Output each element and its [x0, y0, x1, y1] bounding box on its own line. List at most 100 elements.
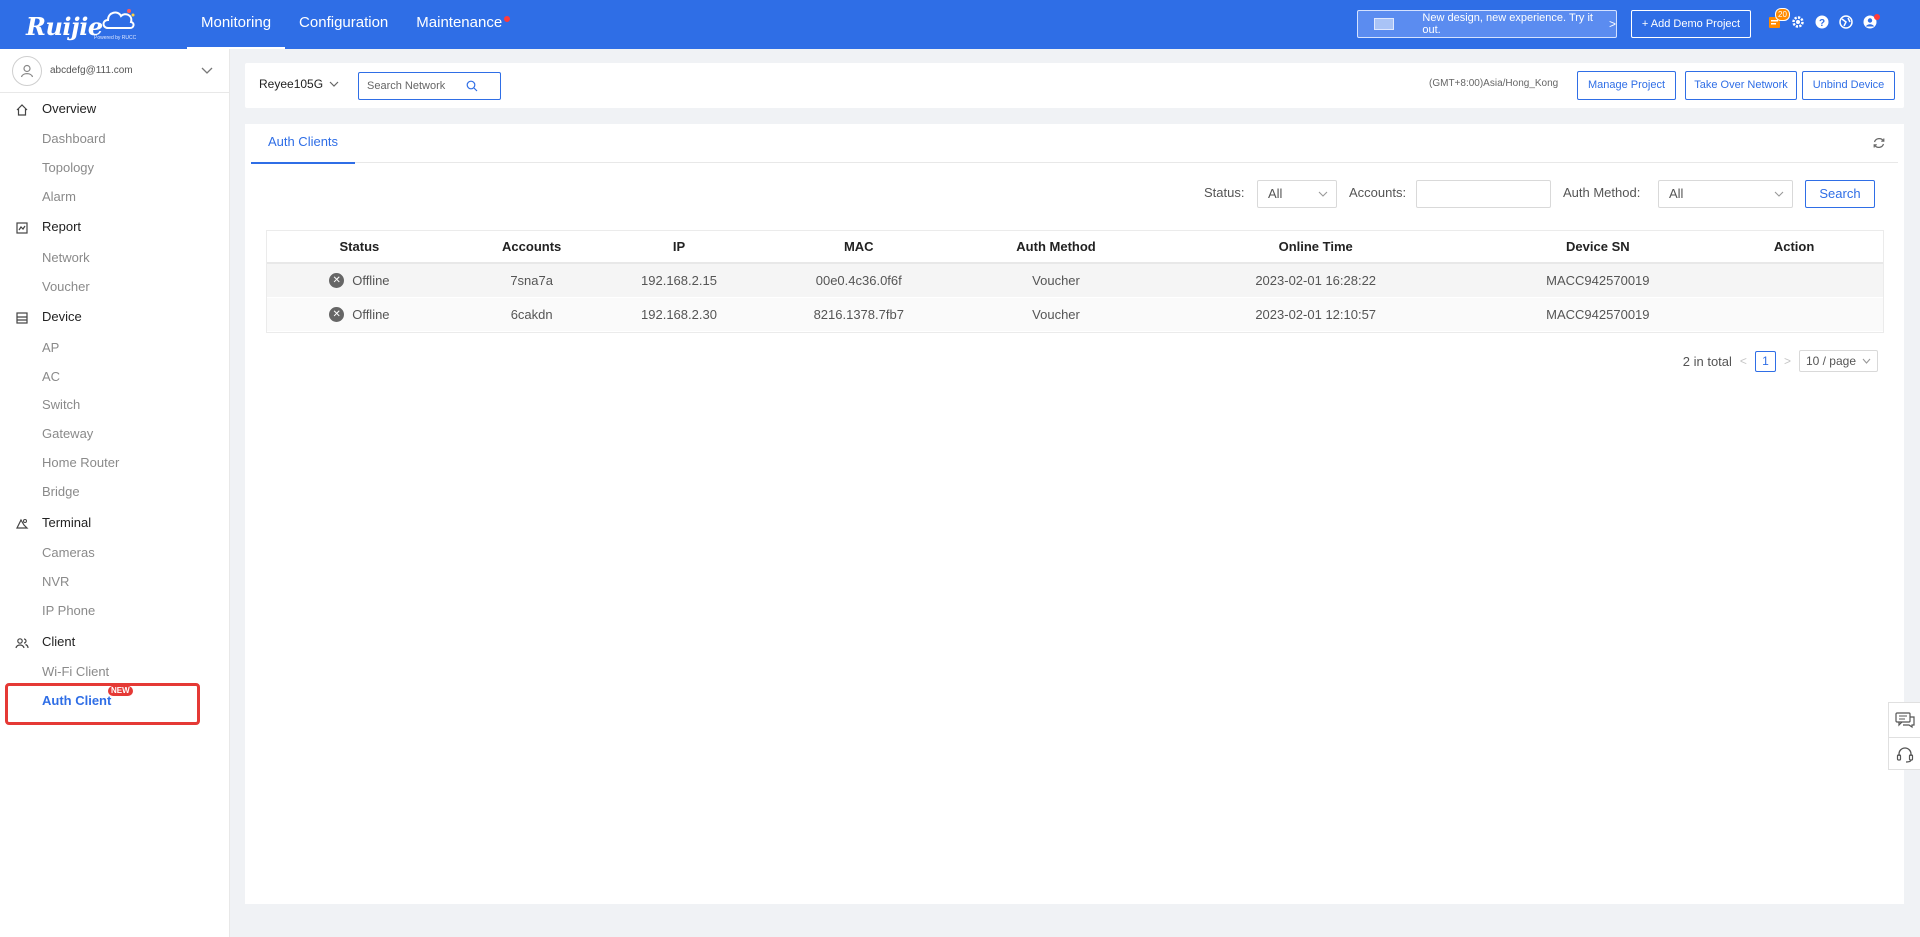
chevron-down-icon — [1774, 191, 1784, 197]
top-icons: 20 ? — [1766, 8, 1880, 30]
user-email: abcdefg@111.com — [50, 65, 133, 76]
sidebar-item-voucher[interactable]: Voucher — [42, 279, 90, 294]
accounts-filter-label: Accounts: — [1349, 185, 1407, 200]
manage-project-button[interactable]: Manage Project — [1577, 71, 1676, 100]
sidebar-item-alarm[interactable]: Alarm — [42, 189, 76, 204]
nav-monitoring[interactable]: Monitoring — [187, 0, 286, 49]
column-header-accounts[interactable]: Accounts — [452, 231, 612, 262]
client-icon — [15, 638, 29, 649]
sidebar-group-terminal[interactable]: Terminal — [0, 513, 230, 533]
sidebar-item-network[interactable]: Network — [42, 250, 90, 265]
search-button[interactable]: Search — [1805, 180, 1875, 208]
page-number-button[interactable]: 1 — [1754, 350, 1776, 372]
column-header-ip[interactable]: IP — [612, 231, 747, 262]
sidebar-group-client[interactable]: Client — [0, 632, 230, 652]
chevron-down-icon — [1318, 191, 1328, 197]
sidebar-group-report[interactable]: Report — [0, 217, 230, 237]
logo-text: Ruijie — [26, 12, 103, 41]
gear-icon[interactable] — [1790, 14, 1806, 30]
nav-configuration[interactable]: Configuration — [285, 0, 402, 49]
top-bar: Ruijie Powered by RUCC Monitoring Config… — [0, 0, 1920, 49]
notification-dot — [504, 16, 511, 22]
sidebar-group-label: Device — [42, 309, 82, 324]
action-cell — [1705, 264, 1883, 297]
user-icon[interactable] — [1862, 14, 1880, 30]
new-design-banner-button[interactable]: New design, new experience. Try it out. … — [1357, 10, 1617, 38]
accounts-filter-input[interactable] — [1416, 180, 1551, 208]
chevron-down-icon — [329, 81, 339, 87]
chevron-right-icon: > — [1608, 17, 1616, 31]
sidebar-item-ac[interactable]: AC — [42, 369, 60, 384]
account-cell: 6cakdn — [510, 307, 553, 322]
sidebar-item-nvr[interactable]: NVR — [42, 574, 69, 589]
feedback-chat-icon[interactable] — [1889, 703, 1920, 737]
ip-cell: 192.168.2.30 — [641, 307, 717, 322]
refresh-icon[interactable] — [1872, 136, 1886, 150]
table-row[interactable]: ✕ Offline 7sna7a 192.168.2.15 00e0.4c36.… — [267, 264, 1883, 298]
next-page-icon[interactable]: > — [1784, 354, 1791, 368]
nav-maintenance[interactable]: Maintenance — [402, 0, 516, 49]
ruijie-logo[interactable]: Ruijie Powered by RUCC — [26, 6, 144, 42]
notification-icon[interactable]: 20 — [1766, 8, 1790, 30]
column-header-online-time[interactable]: Online Time — [1141, 231, 1491, 262]
sidebar-item-home-router[interactable]: Home Router — [42, 455, 119, 470]
preview-thumbnail-icon — [1374, 18, 1395, 30]
sidebar-group-overview[interactable]: Overview — [0, 99, 230, 119]
support-headset-icon[interactable] — [1889, 737, 1920, 771]
auth-method-filter-label: Auth Method: — [1563, 185, 1641, 200]
page-size-select[interactable]: 10 / page — [1798, 350, 1878, 372]
mac-cell: 8216.1378.7fb7 — [813, 307, 904, 322]
sidebar-item-bridge[interactable]: Bridge — [42, 484, 80, 499]
sidebar-group-label: Overview — [42, 101, 97, 116]
status-filter-select[interactable]: All — [1257, 180, 1337, 208]
cloud-logo-icon — [102, 9, 135, 29]
table-row[interactable]: ✕ Offline 6cakdn 192.168.2.30 8216.1378.… — [267, 298, 1883, 332]
sidebar-item-switch[interactable]: Switch — [42, 397, 80, 412]
device-icon — [16, 312, 28, 324]
auth-method-filter-select[interactable]: All — [1658, 180, 1793, 208]
column-header-mac[interactable]: MAC — [746, 231, 971, 262]
sidebar-item-cameras[interactable]: Cameras — [42, 545, 95, 560]
take-over-network-button[interactable]: Take Over Network — [1685, 71, 1797, 100]
sidebar-group-device[interactable]: Device — [0, 307, 230, 327]
network-header-bar: Reyee105G Search Network (GMT+8:00)Asia/… — [245, 63, 1904, 108]
auth-method-cell: Voucher — [1032, 273, 1080, 288]
action-cell — [1705, 298, 1883, 331]
status-cell: ✕ Offline — [267, 264, 452, 297]
timezone-label: (GMT+8:00)Asia/Hong_Kong — [1429, 78, 1559, 89]
status-text: Offline — [352, 307, 390, 322]
sidebar-item-ip-phone[interactable]: IP Phone — [42, 603, 95, 618]
user-account-menu[interactable]: abcdefg@111.com — [0, 49, 229, 93]
offline-x-icon: ✕ — [329, 307, 345, 322]
sidebar-item-gateway[interactable]: Gateway — [42, 426, 93, 441]
search-network-input[interactable]: Search Network — [358, 72, 501, 100]
sidebar-group-label: Terminal — [42, 515, 92, 530]
table-body: ✕ Offline 7sna7a 192.168.2.15 00e0.4c36.… — [267, 264, 1883, 332]
unbind-device-button[interactable]: Unbind Device — [1802, 71, 1895, 100]
tab-auth-clients[interactable]: Auth Clients — [251, 124, 355, 164]
help-icon[interactable]: ? — [1814, 14, 1830, 30]
add-demo-project-button[interactable]: + Add Demo Project — [1631, 10, 1751, 38]
prev-page-icon[interactable]: < — [1740, 354, 1747, 368]
status-text: Offline — [352, 273, 390, 288]
search-icon[interactable] — [466, 80, 478, 92]
sidebar-item-ap[interactable]: AP — [42, 340, 59, 355]
auth-method-cell: Voucher — [1032, 307, 1080, 322]
sidebar-item-topology[interactable]: Topology — [42, 160, 94, 175]
status-filter-label: Status: — [1204, 185, 1245, 200]
sidebar-item-wifi-client[interactable]: Wi-Fi Client — [42, 664, 109, 679]
sidebar-item-dashboard[interactable]: Dashboard — [42, 131, 106, 146]
column-header-device-sn[interactable]: Device SN — [1490, 231, 1705, 262]
globe-icon[interactable] — [1838, 14, 1854, 30]
column-header-status[interactable]: Status — [267, 231, 452, 262]
column-header-action[interactable]: Action — [1705, 231, 1883, 262]
main-nav: Monitoring Configuration Maintenance — [187, 0, 516, 49]
network-selector[interactable]: Reyee105G — [259, 77, 339, 91]
chevron-down-icon — [201, 67, 213, 74]
report-icon — [16, 222, 28, 234]
network-name: Reyee105G — [259, 77, 324, 91]
column-header-auth-method[interactable]: Auth Method — [971, 231, 1141, 262]
terminal-icon — [16, 518, 29, 529]
page-size-value: 10 / page — [1805, 354, 1856, 368]
total-count: 2 in total — [1682, 353, 1732, 369]
